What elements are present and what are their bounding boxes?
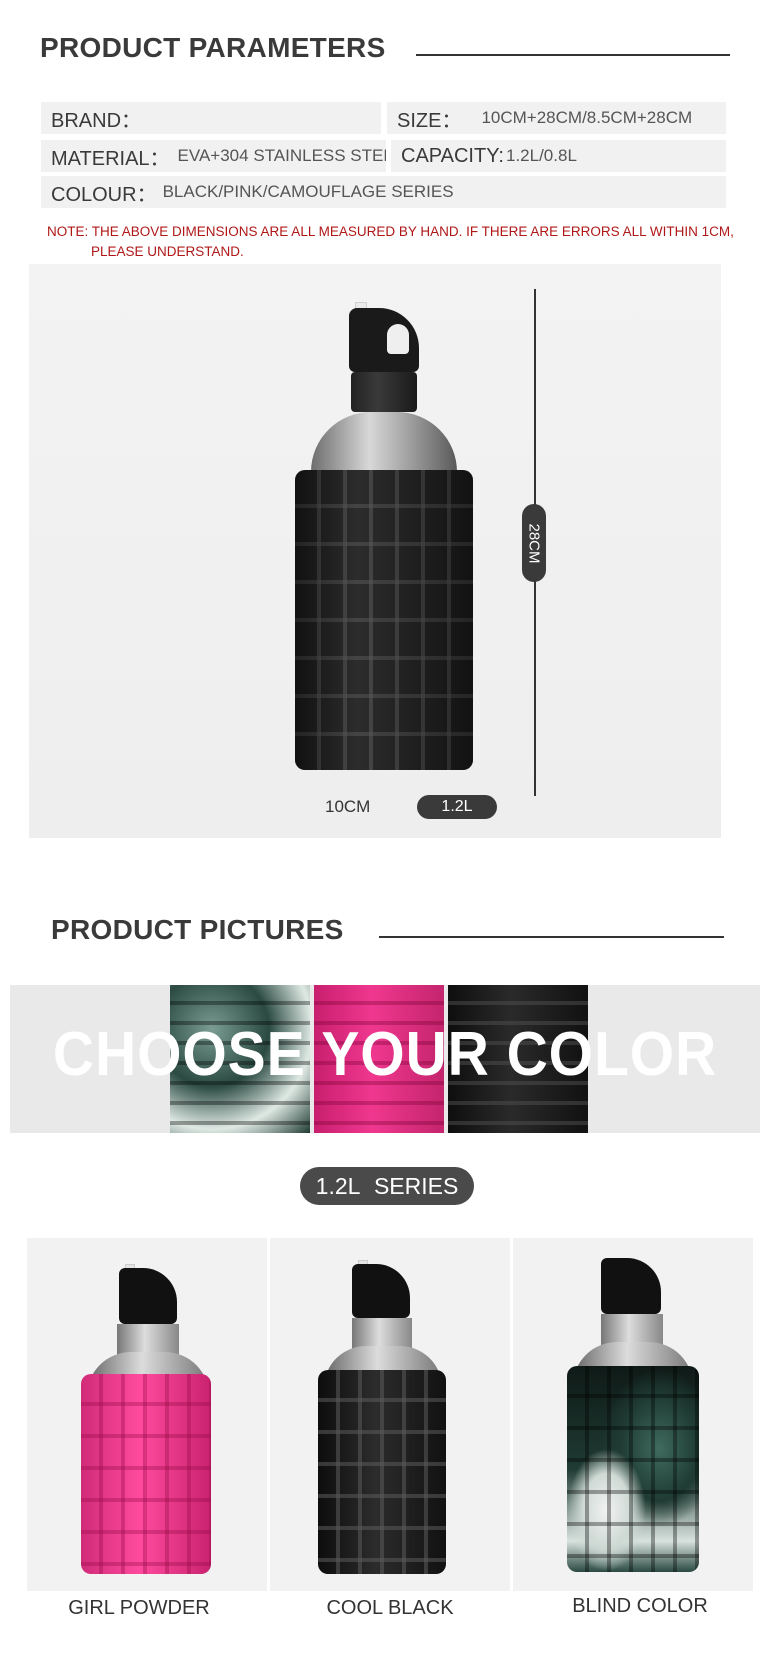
capacity-badge: 1.2L (417, 795, 497, 819)
parameters-title: PRODUCT PARAMETERS (40, 32, 386, 63)
choose-color-banner: CHOOSE YOUR COLOR (10, 985, 760, 1133)
material-label: MATERIAL： (51, 147, 170, 170)
bottle-neck (351, 372, 417, 412)
variant-card-pink[interactable] (27, 1238, 267, 1591)
bottle-cap (352, 1264, 410, 1318)
width-dimension-text: 10CM (325, 797, 371, 816)
colour-label: COLOUR： (51, 183, 157, 206)
series-badge: 1.2L SERIES (300, 1167, 474, 1205)
variant-label-blind-color: BLIND COLOR (572, 1595, 708, 1617)
variant-label-cool-black: COOL BLACK (326, 1597, 454, 1619)
pink-foam-sleeve (81, 1374, 211, 1574)
brand-label: BRAND： (51, 109, 142, 132)
capacity-label: CAPACITY: (401, 144, 504, 167)
sleeve-shading (295, 470, 473, 770)
note-line-1: NOTE: THE ABOVE DIMENSIONS ARE ALL MEASU… (47, 224, 734, 239)
variant-card-black[interactable] (270, 1238, 510, 1591)
variant-label-girl-powder: GIRL POWDER (68, 1597, 210, 1619)
material-value: EVA+304 STAINLESS STEEL (177, 146, 386, 165)
bottle-shoulder (311, 412, 457, 472)
capacity-row: CAPACITY: 1.2L/0.8L (391, 140, 726, 172)
colour-value: BLACK/PINK/CAMOUFLAGE SERIES (162, 182, 454, 201)
cap-handle-hole (387, 324, 409, 354)
material-row: MATERIAL： EVA+304 STAINLESS STEEL (41, 140, 386, 172)
bottle-cap (119, 1268, 177, 1324)
foam-sleeve (295, 470, 473, 770)
product-dimension-photo (29, 264, 721, 838)
note-line-2: PLEASE UNDERSTAND. (91, 244, 244, 259)
bottle-cap (601, 1258, 661, 1314)
banner-text: CHOOSE YOUR COLOR (52, 1020, 718, 1089)
pictures-title: PRODUCT PICTURES (51, 914, 344, 945)
height-dimension-text: 28CM (525, 522, 543, 564)
size-label: SIZE： (397, 109, 462, 132)
capacity-value: 1.2L/0.8L (506, 146, 577, 165)
size-row: SIZE： 10CM+28CM/8.5CM+28CM (387, 102, 726, 134)
camo-foam-sleeve (567, 1366, 699, 1572)
variant-card-camo[interactable] (513, 1238, 753, 1591)
measurement-note: NOTE: THE ABOVE DIMENSIONS ARE ALL MEASU… (47, 222, 737, 262)
pictures-title-rule (379, 936, 724, 938)
colour-row: COLOUR： BLACK/PINK/CAMOUFLAGE SERIES (41, 176, 726, 208)
parameters-title-rule (416, 54, 730, 56)
black-foam-sleeve (318, 1370, 446, 1574)
height-dimension-badge: 28CM (522, 504, 546, 582)
brand-row: BRAND： (41, 102, 381, 134)
size-value: 10CM+28CM/8.5CM+28CM (481, 108, 693, 127)
bottle-illustration (265, 290, 473, 770)
